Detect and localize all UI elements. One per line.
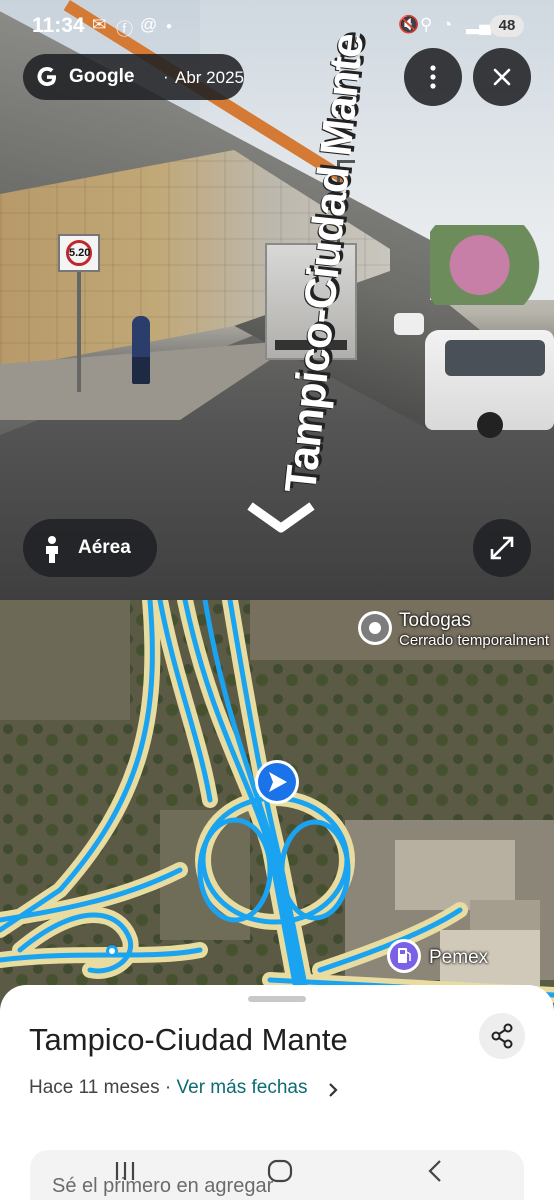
place-title: Tampico-Ciudad Mante	[29, 1022, 348, 1057]
close-icon	[493, 68, 511, 86]
poi-name: Pemex	[429, 947, 489, 968]
gas-station-icon	[387, 939, 421, 973]
navigation-arrow-icon	[255, 760, 299, 804]
imagery-date-pill[interactable]: Google · Abr 2025	[23, 54, 244, 100]
status-time: 11:34	[32, 14, 85, 37]
expand-icon	[490, 536, 514, 560]
speed-sign: 5.20	[58, 234, 100, 272]
separator-dot: ·	[164, 1077, 172, 1098]
threads-icon: @	[140, 15, 158, 34]
chevron-right-icon[interactable]	[326, 1081, 340, 1099]
wifi-icon: ◔	[442, 15, 453, 34]
more-vert-icon	[430, 65, 436, 89]
notification-icon: ✉	[92, 15, 107, 34]
aerial-view-button[interactable]: Aérea	[23, 519, 157, 577]
share-icon	[491, 1023, 513, 1049]
location-icon: ⚲	[420, 15, 433, 34]
back-icon[interactable]	[423, 1156, 447, 1186]
drag-handle[interactable]	[248, 996, 306, 1002]
imagery-age-row: Hace 11 meses · Ver más fechas	[29, 1077, 307, 1099]
provider-name: Google	[69, 66, 135, 87]
close-button[interactable]	[473, 48, 531, 106]
battery-indicator: 48	[490, 15, 524, 37]
status-bar: 11:34 ✉ ⓕ @ ● 🔇 ⚲ ◔ ▂▄ 48	[0, 0, 554, 50]
car	[394, 313, 424, 335]
more-options-button[interactable]	[404, 48, 462, 106]
share-button[interactable]	[479, 1013, 525, 1059]
home-icon[interactable]	[265, 1156, 295, 1186]
white-van	[425, 330, 554, 438]
aerial-view-label: Aérea	[78, 537, 131, 558]
signal-icon: ▂▄	[466, 15, 492, 34]
satellite-map[interactable]: Todogas Cerrado temporalment Pemex	[0, 600, 554, 1010]
poi-name: Todogas	[399, 610, 471, 631]
field-area	[0, 600, 130, 720]
poi-status: Cerrado temporalment	[399, 632, 550, 649]
system-navigation-bar	[0, 1150, 554, 1200]
imagery-date: Abr 2025	[175, 68, 244, 87]
pegman-icon	[46, 536, 58, 563]
see-more-dates-link[interactable]: Ver más fechas	[177, 1077, 308, 1098]
separator-dot: ·	[163, 67, 169, 86]
sign-text: 5.20	[66, 240, 92, 266]
sign-pole	[77, 272, 81, 392]
more-notifications-icon: ●	[166, 21, 173, 32]
google-g-icon	[37, 67, 56, 86]
pedestrian	[132, 316, 150, 384]
imagery-age: Hace 11 meses	[29, 1077, 160, 1098]
recent-apps-icon[interactable]	[112, 1156, 138, 1186]
navigate-back-chevron-icon[interactable]	[246, 500, 316, 534]
expand-button[interactable]	[473, 519, 531, 577]
facebook-icon: ⓕ	[116, 20, 133, 39]
place-pin-icon	[358, 611, 392, 645]
tree	[430, 225, 554, 305]
mute-icon: 🔇	[398, 15, 420, 34]
